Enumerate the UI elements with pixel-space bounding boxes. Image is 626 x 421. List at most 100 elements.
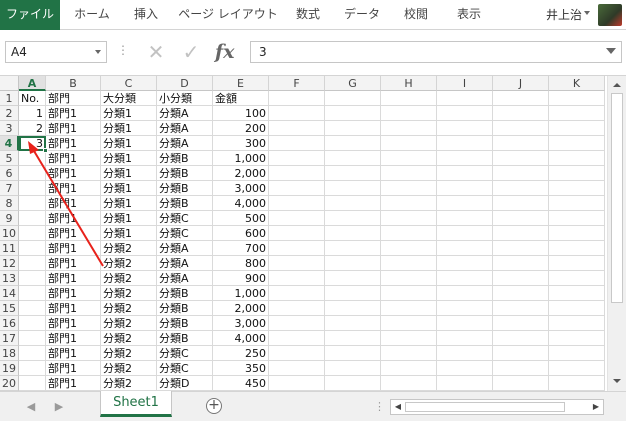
name-box[interactable]: A4: [5, 41, 107, 63]
grip-dots-icon[interactable]: ⋮: [374, 400, 385, 413]
row-header[interactable]: 4: [0, 136, 19, 151]
vertical-scrollbar[interactable]: [607, 76, 626, 391]
cell-g9[interactable]: [325, 211, 381, 226]
cell-a16[interactable]: [19, 316, 46, 331]
cell-h18[interactable]: [381, 346, 437, 361]
cell-f14[interactable]: [269, 286, 325, 301]
cell-c4[interactable]: 分類1: [101, 136, 157, 151]
enter-icon[interactable]: ✓: [180, 39, 202, 65]
cell-h10[interactable]: [381, 226, 437, 241]
cell-c3[interactable]: 分類1: [101, 121, 157, 136]
select-all-corner[interactable]: [0, 76, 19, 91]
cell-f1[interactable]: [269, 91, 325, 106]
cell-k1[interactable]: [549, 91, 605, 106]
cell-b19[interactable]: 部門1: [46, 361, 101, 376]
cell-a1[interactable]: No.: [19, 91, 46, 106]
cell-j5[interactable]: [493, 151, 549, 166]
cell-e17[interactable]: 4,000: [213, 331, 269, 346]
cell-a19[interactable]: [19, 361, 46, 376]
cell-j11[interactable]: [493, 241, 549, 256]
tab-insert[interactable]: 挿入: [124, 0, 168, 30]
row-header[interactable]: 13: [0, 271, 19, 286]
tab-home[interactable]: ホーム: [66, 0, 118, 30]
scroll-right-icon[interactable]: ▶: [590, 401, 602, 413]
cell-c9[interactable]: 分類1: [101, 211, 157, 226]
cell-f16[interactable]: [269, 316, 325, 331]
expand-formula-icon[interactable]: [606, 48, 616, 54]
cell-a20[interactable]: [19, 376, 46, 391]
row-header[interactable]: 19: [0, 361, 19, 376]
cell-j6[interactable]: [493, 166, 549, 181]
formula-input[interactable]: 3: [250, 41, 622, 63]
cell-i8[interactable]: [437, 196, 493, 211]
cell-d14[interactable]: 分類B: [157, 286, 213, 301]
cell-h17[interactable]: [381, 331, 437, 346]
cell-d13[interactable]: 分類A: [157, 271, 213, 286]
cell-f15[interactable]: [269, 301, 325, 316]
column-header-i[interactable]: I: [437, 76, 493, 91]
cell-a14[interactable]: [19, 286, 46, 301]
cell-b1[interactable]: 部門: [46, 91, 101, 106]
cell-d5[interactable]: 分類B: [157, 151, 213, 166]
column-header-a[interactable]: A: [19, 76, 46, 91]
cell-f2[interactable]: [269, 106, 325, 121]
row-header[interactable]: 17: [0, 331, 19, 346]
cell-e16[interactable]: 3,000: [213, 316, 269, 331]
cell-i17[interactable]: [437, 331, 493, 346]
row-header[interactable]: 16: [0, 316, 19, 331]
cell-d1[interactable]: 小分類: [157, 91, 213, 106]
column-header-j[interactable]: J: [493, 76, 549, 91]
cell-e18[interactable]: 250: [213, 346, 269, 361]
cell-e14[interactable]: 1,000: [213, 286, 269, 301]
cell-i11[interactable]: [437, 241, 493, 256]
insert-function-icon[interactable]: fx: [215, 39, 235, 65]
cell-f6[interactable]: [269, 166, 325, 181]
cell-i15[interactable]: [437, 301, 493, 316]
cell-c6[interactable]: 分類1: [101, 166, 157, 181]
cell-h15[interactable]: [381, 301, 437, 316]
cell-b16[interactable]: 部門1: [46, 316, 101, 331]
cell-k12[interactable]: [549, 256, 605, 271]
row-header[interactable]: 12: [0, 256, 19, 271]
scroll-up-icon[interactable]: [610, 78, 624, 92]
cell-c1[interactable]: 大分類: [101, 91, 157, 106]
add-sheet-icon[interactable]: +: [206, 398, 222, 414]
cell-i6[interactable]: [437, 166, 493, 181]
cell-j4[interactable]: [493, 136, 549, 151]
cell-a2[interactable]: 1: [19, 106, 46, 121]
cell-a9[interactable]: [19, 211, 46, 226]
cell-g1[interactable]: [325, 91, 381, 106]
column-header-e[interactable]: E: [213, 76, 269, 91]
cell-g10[interactable]: [325, 226, 381, 241]
cell-h19[interactable]: [381, 361, 437, 376]
cell-k13[interactable]: [549, 271, 605, 286]
row-header[interactable]: 7: [0, 181, 19, 196]
horizontal-scrollbar[interactable]: ◀ ▶: [390, 399, 604, 415]
cell-g12[interactable]: [325, 256, 381, 271]
cell-k3[interactable]: [549, 121, 605, 136]
cell-j10[interactable]: [493, 226, 549, 241]
cell-b8[interactable]: 部門1: [46, 196, 101, 211]
cell-f13[interactable]: [269, 271, 325, 286]
cell-e7[interactable]: 3,000: [213, 181, 269, 196]
cell-g8[interactable]: [325, 196, 381, 211]
cell-d11[interactable]: 分類A: [157, 241, 213, 256]
cell-e13[interactable]: 900: [213, 271, 269, 286]
cell-f10[interactable]: [269, 226, 325, 241]
cell-i5[interactable]: [437, 151, 493, 166]
column-header-g[interactable]: G: [325, 76, 381, 91]
cell-a6[interactable]: [19, 166, 46, 181]
row-header[interactable]: 18: [0, 346, 19, 361]
row-header[interactable]: 10: [0, 226, 19, 241]
row-header[interactable]: 15: [0, 301, 19, 316]
tab-page-layout[interactable]: ページ レイアウト: [176, 0, 280, 30]
cell-h6[interactable]: [381, 166, 437, 181]
vertical-scroll-thumb[interactable]: [611, 93, 623, 303]
cell-b13[interactable]: 部門1: [46, 271, 101, 286]
cell-c14[interactable]: 分類2: [101, 286, 157, 301]
column-header-c[interactable]: C: [101, 76, 157, 91]
cell-b20[interactable]: 部門1: [46, 376, 101, 391]
cell-h20[interactable]: [381, 376, 437, 391]
cell-b7[interactable]: 部門1: [46, 181, 101, 196]
cell-b3[interactable]: 部門1: [46, 121, 101, 136]
